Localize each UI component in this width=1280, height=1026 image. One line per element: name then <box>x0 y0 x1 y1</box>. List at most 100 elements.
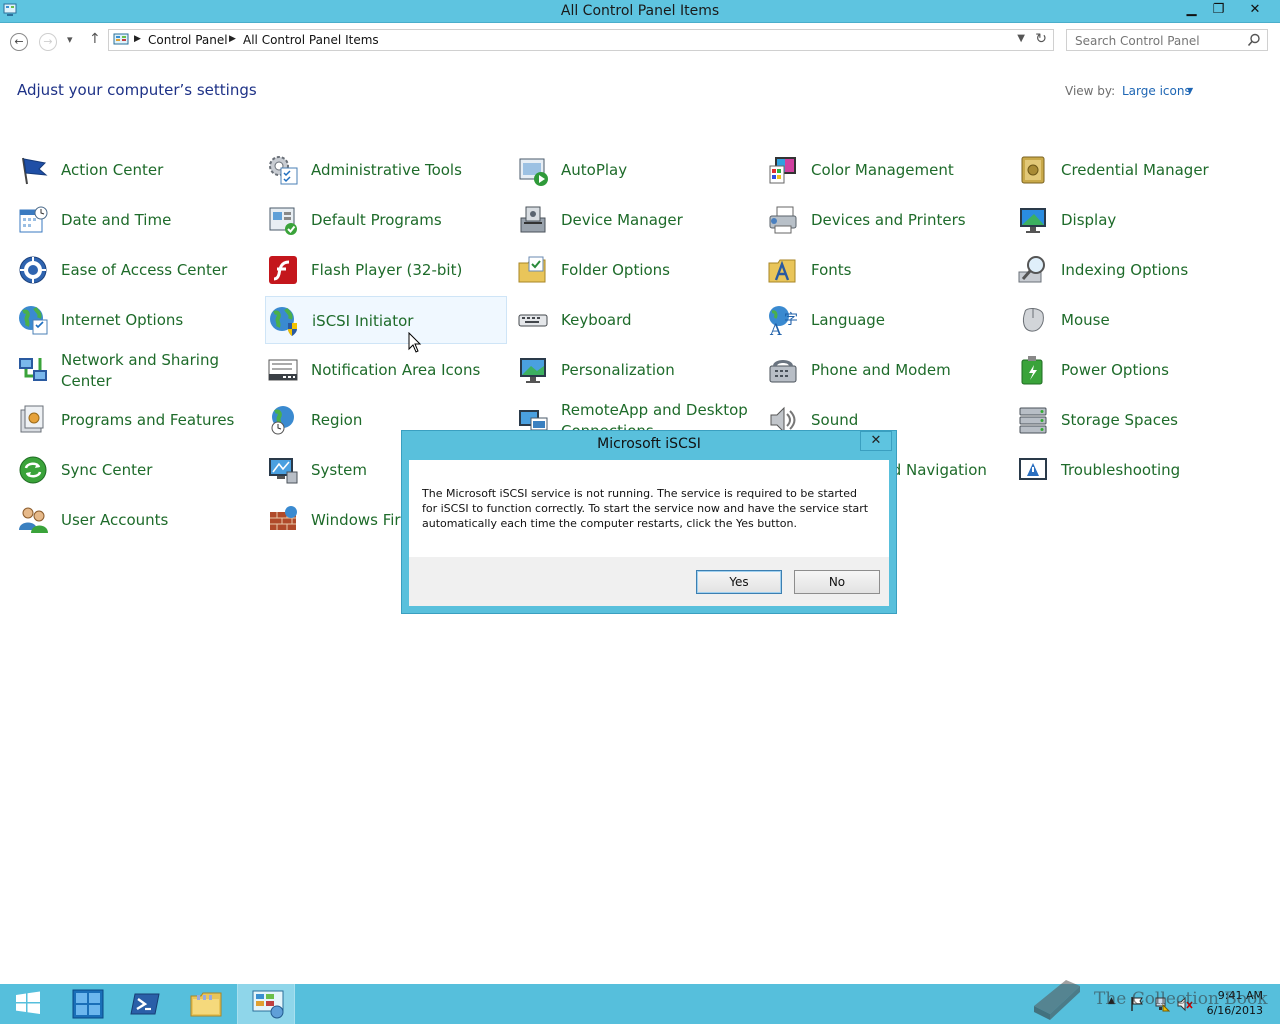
view-by-label: View by: <box>1065 84 1116 98</box>
watermark-text: The Collection Book <box>1094 989 1268 1009</box>
cp-item-label: Indexing Options <box>1061 261 1189 279</box>
monitor-icon <box>1020 208 1046 233</box>
cp-item-flash-player-32-bit[interactable]: Flash Player (32-bit) <box>265 246 507 294</box>
search-box[interactable] <box>1066 29 1268 51</box>
cp-item-programs-and-features[interactable]: Programs and Features <box>15 396 257 444</box>
cp-item-label: Keyboard <box>561 311 632 329</box>
power-options-icon <box>1021 356 1043 385</box>
server-manager-taskbar-button[interactable] <box>58 984 116 1024</box>
cp-item-label: Sound <box>811 411 859 429</box>
book-icon <box>1034 980 1080 1020</box>
yes-button[interactable]: Yes <box>696 570 782 594</box>
powershell-taskbar-button[interactable] <box>116 984 174 1024</box>
restore-button[interactable]: ❐ <box>1205 0 1232 20</box>
cp-item-user-accounts[interactable]: User Accounts <box>15 496 257 544</box>
refresh-icon[interactable]: ↻ <box>1035 31 1047 47</box>
file-explorer-taskbar-button[interactable] <box>176 984 234 1024</box>
cp-item-label: Fonts <box>811 261 852 279</box>
cp-item-sync-center[interactable]: Sync Center <box>15 446 257 494</box>
back-button[interactable]: ← <box>10 33 28 51</box>
breadcrumb-all-items[interactable]: All Control Panel Items <box>243 33 379 47</box>
network-icon <box>19 358 47 381</box>
control-panel-taskbar-button[interactable] <box>237 984 295 1024</box>
cp-item-devices-and-printers[interactable]: Devices and Printers <box>765 196 1007 244</box>
calendar-clock-icon <box>19 206 48 233</box>
cp-item-default-programs[interactable]: Default Programs <box>265 196 507 244</box>
cp-item-power-options[interactable]: Power Options <box>1015 346 1257 394</box>
forward-button[interactable]: → <box>39 33 57 51</box>
cp-item-label: Sync Center <box>61 461 153 479</box>
no-button[interactable]: No <box>794 570 880 594</box>
chevron-down-icon[interactable]: ▼ <box>1187 86 1193 95</box>
close-button[interactable]: ✕ <box>1232 0 1278 20</box>
cp-item-credential-manager[interactable]: Credential Manager <box>1015 146 1257 194</box>
cp-item-label: Credential Manager <box>1061 161 1209 179</box>
cp-item-personalization[interactable]: Personalization <box>515 346 757 394</box>
cp-item-indexing-options[interactable]: Indexing Options <box>1015 246 1257 294</box>
up-button[interactable]: ↑ <box>89 31 101 47</box>
admin-tools-icon <box>269 156 298 185</box>
cp-item-storage-spaces[interactable]: Storage Spaces <box>1015 396 1257 444</box>
cp-item-language[interactable]: A 字 Language <box>765 296 1007 344</box>
cp-item-label: Notification Area Icons <box>311 361 481 379</box>
cp-item-keyboard[interactable]: Keyboard <box>515 296 757 344</box>
language-icon: A字 <box>769 306 798 336</box>
programs-features-icon <box>20 405 44 433</box>
cp-item-label: Devices and Printers <box>811 211 966 229</box>
iscsi-dialog: Microsoft iSCSI ✕ The Microsoft iSCSI se… <box>401 430 897 614</box>
notification-area-icon <box>268 359 298 381</box>
breadcrumb-separator-icon[interactable]: ▶ <box>229 34 236 44</box>
cp-item-label: Personalization <box>561 361 675 379</box>
cp-item-notification-area-icons[interactable]: Notification Area Icons <box>265 346 507 394</box>
dialog-body: The Microsoft iSCSI service is not runni… <box>409 460 889 606</box>
cp-item-display[interactable]: Display <box>1015 196 1257 244</box>
dialog-close-button[interactable]: ✕ <box>860 431 892 451</box>
cp-item-troubleshooting[interactable]: Troubleshooting <box>1015 446 1257 494</box>
powershell-icon <box>130 993 160 1015</box>
view-by-dropdown[interactable]: Large icons <box>1122 84 1191 98</box>
svg-text:字: 字 <box>784 312 798 328</box>
mouse-cursor-icon <box>408 332 422 353</box>
cp-item-mouse[interactable]: Mouse <box>1015 296 1257 344</box>
control-panel-icon <box>252 990 284 1019</box>
cp-item-label: Action Center <box>61 161 164 179</box>
search-input[interactable] <box>1073 32 1247 50</box>
cp-item-iscsi-initiator[interactable]: iSCSI Initiator <box>265 296 507 344</box>
address-dropdown-icon[interactable]: ▼ <box>1017 33 1025 44</box>
cp-item-autoplay[interactable]: AutoPlay <box>515 146 757 194</box>
cp-item-ease-of-access-center[interactable]: Ease of Access Center <box>15 246 257 294</box>
storage-spaces-icon <box>1019 407 1047 434</box>
cp-item-fonts[interactable]: Fonts <box>765 246 1007 294</box>
breadcrumb-separator-icon[interactable]: ▶ <box>134 34 141 44</box>
dialog-message-area: The Microsoft iSCSI service is not runni… <box>409 460 889 557</box>
window-title: All Control Panel Items <box>560 3 720 19</box>
start-button[interactable] <box>0 984 58 1024</box>
cp-item-action-center[interactable]: Action Center <box>15 146 257 194</box>
cp-item-label: Programs and Features <box>61 411 235 429</box>
cp-item-label: Administrative Tools <box>311 161 462 179</box>
indexing-icon <box>1018 256 1045 283</box>
folder-icon <box>190 992 222 1017</box>
cp-item-phone-and-modem[interactable]: Phone and Modem <box>765 346 1007 394</box>
cp-item-label: Network and Sharing Center <box>61 351 219 390</box>
cp-item-label: Phone and Modem <box>811 361 951 379</box>
recent-locations-button[interactable]: ▾ <box>67 33 73 46</box>
cp-item-device-manager[interactable]: Device Manager <box>515 196 757 244</box>
cp-item-folder-options[interactable]: Folder Options <box>515 246 757 294</box>
cp-item-label: Ease of Access Center <box>61 261 228 279</box>
dialog-message: The Microsoft iSCSI service is not runni… <box>422 487 869 530</box>
cp-item-date-and-time[interactable]: Date and Time <box>15 196 257 244</box>
breadcrumb-control-panel[interactable]: Control Panel <box>148 33 228 47</box>
cp-item-administrative-tools[interactable]: Administrative Tools <box>265 146 507 194</box>
minimize-button[interactable]: ▁ <box>1178 0 1205 20</box>
search-icon[interactable] <box>1247 33 1261 47</box>
address-bar[interactable]: ▶ Control Panel ▶ All Control Panel Item… <box>108 29 1054 51</box>
cp-item-label: AutoPlay <box>561 161 628 179</box>
cp-item-network-and-sharing-center[interactable]: Network and Sharing Center <box>15 346 257 394</box>
cp-item-label: Folder Options <box>561 261 670 279</box>
cp-item-color-management[interactable]: Color Management <box>765 146 1007 194</box>
cp-item-internet-options[interactable]: Internet Options <box>15 296 257 344</box>
cp-item-label: Language <box>811 311 886 329</box>
dialog-title: Microsoft iSCSI <box>597 436 701 452</box>
flag-icon <box>22 157 48 185</box>
